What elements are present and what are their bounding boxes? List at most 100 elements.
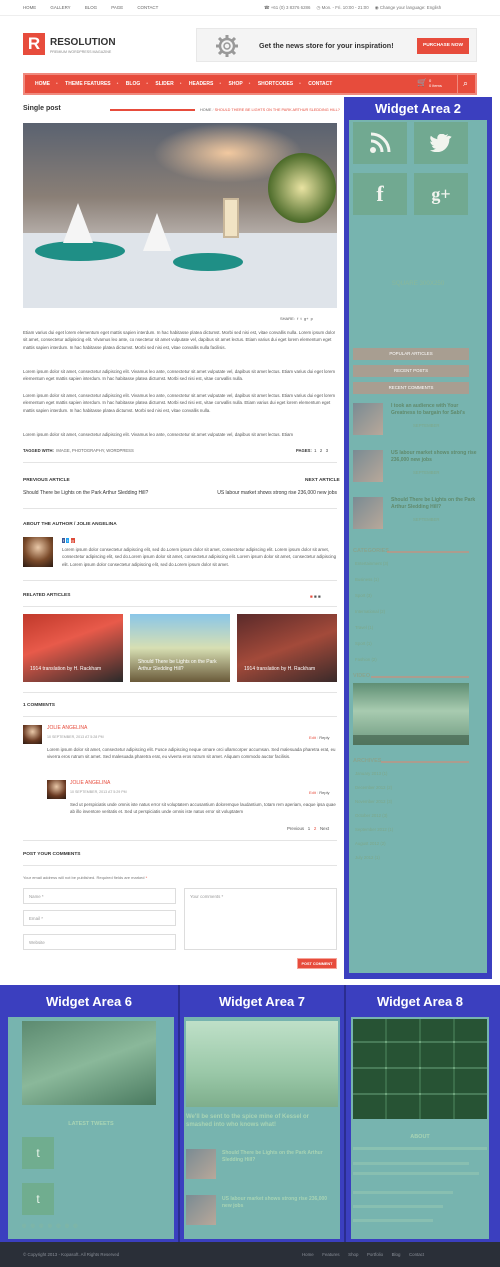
archive-item[interactable]: December 2012 (2) [355, 785, 392, 792]
website-field[interactable]: Website [23, 934, 176, 950]
top-nav-page[interactable]: PAGE [111, 5, 123, 10]
post-thumb[interactable] [353, 450, 383, 482]
rss-icon[interactable] [353, 122, 407, 164]
top-nav-gallery[interactable]: GALLERY [50, 5, 70, 10]
category-item[interactable]: Entertainment (3) [355, 561, 388, 568]
next-article-link[interactable]: US labour market shows strong rise 236,0… [187, 490, 337, 496]
rss-icon[interactable]: ◎ [22, 1223, 26, 1229]
sidebar-post-title[interactable]: I took an audience with Your Greatness t… [391, 403, 483, 417]
twitter-share-icon[interactable]: t [301, 316, 302, 321]
related-dot-3[interactable]: ■ [318, 594, 321, 599]
archive-item[interactable]: November 2012 (3) [355, 799, 392, 806]
comment-textarea[interactable]: Your comments * [184, 888, 337, 950]
page-link-3[interactable]: 3 [326, 448, 328, 453]
top-nav-home[interactable]: HOME [23, 5, 36, 10]
category-item[interactable]: Sport (3) [355, 593, 372, 600]
footer-headline[interactable]: We'll be sent to the spice mine of Kesse… [186, 1113, 336, 1129]
page-link-2[interactable]: 2 [320, 448, 322, 453]
nav-shop[interactable]: SHOP [223, 75, 249, 93]
top-nav-contact[interactable]: CONTACT [137, 5, 158, 10]
related-item[interactable]: Should There be Lights on the Park Arthu… [130, 614, 230, 682]
page-link-1[interactable]: 1 [314, 448, 316, 453]
archive-item[interactable]: July 2012 (1) [355, 855, 380, 862]
facebook-icon[interactable]: f [353, 173, 407, 215]
footer-link-features[interactable]: Features [322, 1252, 339, 1257]
skype-icon[interactable]: ◎ [73, 1223, 77, 1229]
logo-title[interactable]: RESOLUTION [50, 37, 116, 48]
post-thumb[interactable] [353, 403, 383, 435]
footer-link-portfolio[interactable]: Portfolio [367, 1252, 383, 1257]
pager-page-2[interactable]: 2 [314, 826, 316, 831]
footer-link-contact[interactable]: Contact [409, 1252, 424, 1257]
header-banner[interactable]: Get the news store for your inspiration!… [196, 28, 477, 62]
video-player[interactable] [353, 683, 469, 745]
post-thumb[interactable] [353, 497, 383, 529]
facebook-share-icon[interactable]: f [297, 316, 298, 321]
sidebar-post-title[interactable]: Should There be Lights on the Park Arthu… [391, 497, 483, 511]
nav-slider[interactable]: SLIDER [149, 75, 179, 93]
cart-summary[interactable]: 0 0 items [429, 78, 442, 88]
comment-author[interactable]: JOLIE ANGELINA [70, 780, 110, 786]
top-nav-blog[interactable]: BLOG [85, 5, 97, 10]
sidebar-post-title[interactable]: US labour market shows strong rise 236,0… [391, 450, 483, 464]
language-select[interactable]: English [427, 5, 441, 10]
footer-post-title[interactable]: US labour market shows strong rise 236,0… [222, 1196, 336, 1210]
googleplus-share-icon[interactable]: g+ [304, 316, 309, 321]
twitter-icon[interactable] [414, 122, 468, 164]
tag-list[interactable]: IMAGE, PHOTOGRAPHY, WORDPRESS [56, 448, 134, 453]
post-comment-button[interactable]: POST COMMENT [297, 958, 337, 969]
comment-edit-link[interactable]: Edit [309, 735, 316, 740]
footer-link-shop[interactable]: Shop [348, 1252, 358, 1257]
category-item[interactable]: Travel (1) [355, 625, 373, 632]
pinterest-icon[interactable]: ◎ [56, 1223, 60, 1229]
comment-reply-link[interactable]: Reply [319, 735, 329, 740]
category-item[interactable]: Sport (1) [355, 641, 372, 648]
footer-link-blog[interactable]: Blog [392, 1252, 401, 1257]
googleplus-icon[interactable]: g+ [414, 173, 468, 215]
prev-article-link[interactable]: Should There be Lights on the Park Arthu… [23, 490, 148, 496]
post-thumb[interactable] [186, 1195, 216, 1225]
footer-link-home[interactable]: Home [302, 1252, 314, 1257]
ad-placeholder[interactable]: SQUARE 300X250 [349, 280, 487, 287]
archive-item[interactable]: October 2012 (3) [355, 813, 387, 820]
category-item[interactable]: International (2) [355, 609, 385, 616]
comment-reply-link[interactable]: Reply [319, 790, 329, 795]
related-item-title[interactable]: Should There be Lights on the Park Arthu… [138, 659, 226, 672]
twitter-icon[interactable]: t [66, 538, 70, 543]
instagram-grid[interactable] [353, 1019, 487, 1119]
nav-contact[interactable]: CONTACT [302, 75, 338, 93]
archive-item[interactable]: September 2012 (1) [355, 827, 393, 834]
footer-post-title[interactable]: Should There be Lights on the Park Arthu… [222, 1150, 336, 1164]
category-item[interactable]: Business (1) [355, 577, 379, 584]
comment-edit-link[interactable]: Edit [309, 790, 316, 795]
pager-prev[interactable]: Previous [287, 826, 304, 831]
related-item-title[interactable]: 1914 translation by H. Rackham [30, 666, 101, 672]
tab-recent-posts[interactable]: RECENT POSTS [353, 365, 469, 377]
nav-blog[interactable]: BLOG [120, 75, 146, 93]
tab-recent-comments[interactable]: RECENT COMMENTS [353, 382, 469, 394]
purchase-button[interactable]: PURCHASE NOW [417, 38, 469, 54]
twitter-icon[interactable]: ◎ [31, 1223, 35, 1229]
archive-item[interactable]: January 2013 (1) [355, 771, 388, 778]
facebook-icon[interactable]: ◎ [39, 1223, 43, 1229]
post-thumb[interactable] [186, 1149, 216, 1179]
googleplus-icon[interactable]: ◎ [48, 1223, 52, 1229]
related-item[interactable]: 1914 translation by H. Rackham [23, 614, 123, 682]
nav-theme-features[interactable]: THEME FEATURES [59, 75, 116, 93]
twitter-icon[interactable]: t [22, 1183, 54, 1215]
related-dot-2[interactable]: ■ [314, 594, 317, 599]
category-item[interactable]: Fashion (2) [355, 657, 377, 664]
name-field[interactable]: Name * [23, 888, 176, 904]
comment-author[interactable]: JOLIE ANGELINA [47, 725, 87, 731]
twitter-icon[interactable]: t [22, 1137, 54, 1169]
archive-item[interactable]: August 2012 (2) [355, 841, 386, 848]
search-icon[interactable]: ⌕ [463, 78, 468, 89]
pager-page-1[interactable]: 1 [308, 826, 310, 831]
email-field[interactable]: Email * [23, 910, 176, 926]
nav-shortcodes[interactable]: SHORTCODES [252, 75, 299, 93]
related-item-title[interactable]: 1914 translation by H. Rackham [244, 666, 315, 672]
related-item[interactable]: 1914 translation by H. Rackham [237, 614, 337, 682]
related-dot-1[interactable]: ■ [310, 594, 313, 599]
googleplus-icon[interactable]: g [70, 538, 75, 543]
pager-next[interactable]: Next [320, 826, 329, 831]
